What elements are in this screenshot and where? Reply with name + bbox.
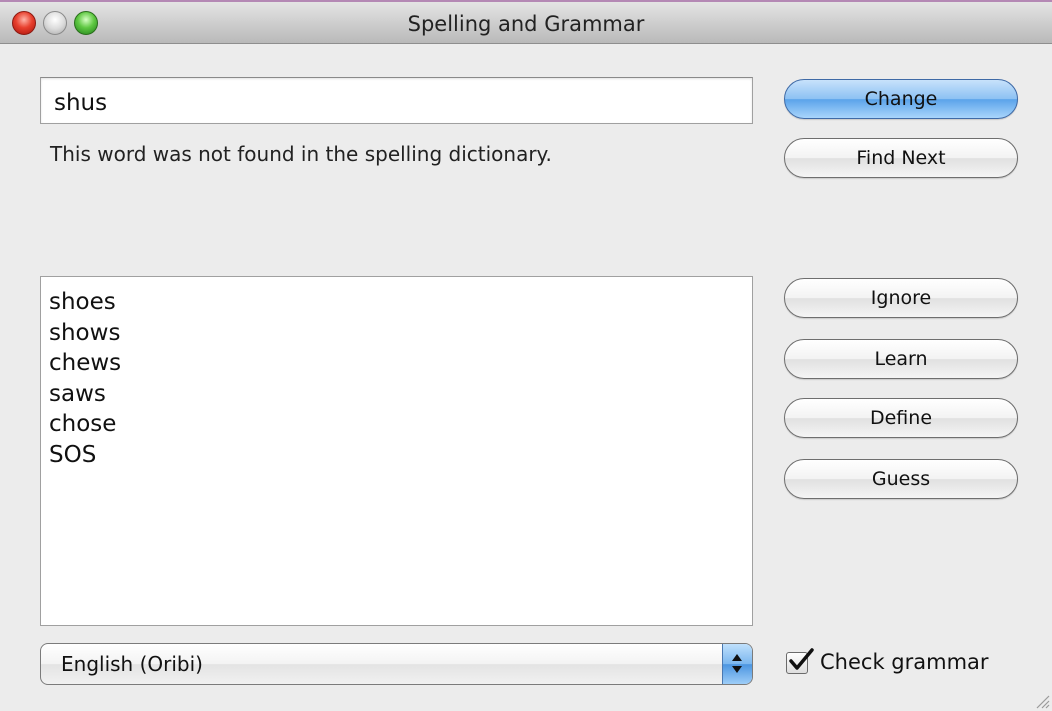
select-arrows-icon[interactable]: [722, 644, 752, 684]
resize-grip-icon[interactable]: [1032, 691, 1050, 709]
suggestion-item[interactable]: shows: [41, 318, 752, 349]
learn-button[interactable]: Learn: [784, 339, 1018, 379]
suggestions-list[interactable]: shoes shows chews saws chose SOS: [40, 276, 753, 626]
spelling-grammar-window: Spelling and Grammar shus This word was …: [0, 0, 1052, 711]
suggestion-item[interactable]: chose: [41, 409, 752, 440]
suggestion-item[interactable]: saws: [41, 379, 752, 410]
title-bar[interactable]: Spelling and Grammar: [0, 0, 1052, 44]
check-grammar-label[interactable]: Check grammar: [820, 650, 989, 674]
window-title: Spelling and Grammar: [407, 12, 645, 36]
define-button[interactable]: Define: [784, 398, 1018, 438]
misspelled-word-field[interactable]: shus: [40, 77, 753, 124]
language-select[interactable]: English (Oribi): [40, 643, 753, 685]
spelling-status-text: This word was not found in the spelling …: [50, 142, 552, 166]
check-grammar-checkbox[interactable]: [786, 648, 814, 674]
find-next-button[interactable]: Find Next: [784, 138, 1018, 178]
suggestion-item[interactable]: SOS: [41, 440, 752, 471]
guess-button[interactable]: Guess: [784, 459, 1018, 499]
ignore-button[interactable]: Ignore: [784, 278, 1018, 318]
checkmark-icon: [789, 648, 814, 670]
change-button[interactable]: Change: [784, 79, 1018, 119]
suggestion-item[interactable]: chews: [41, 348, 752, 379]
suggestion-item[interactable]: shoes: [41, 287, 752, 318]
language-select-value: English (Oribi): [61, 652, 203, 676]
